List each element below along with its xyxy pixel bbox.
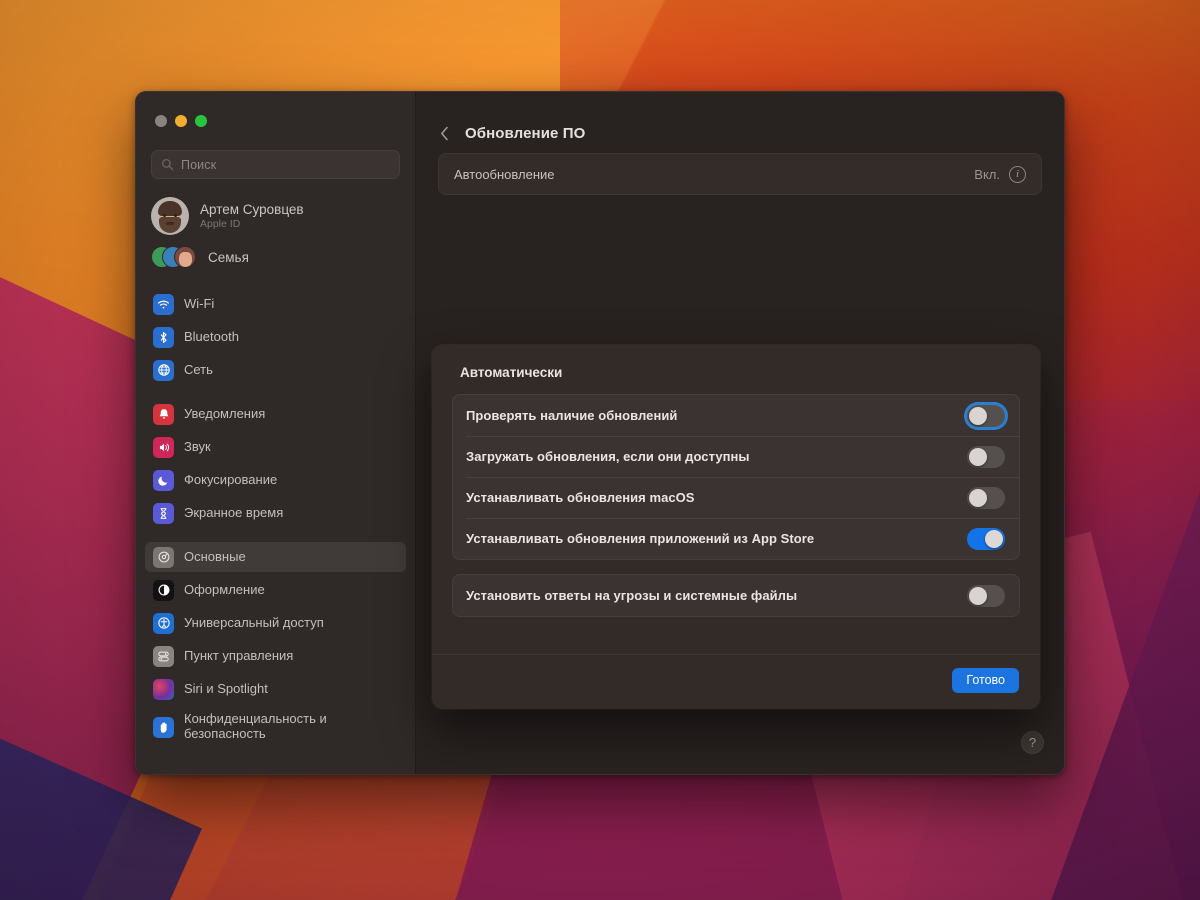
sidebar: Поиск Артем Суровцев Apple ID Семья Wi-F… — [136, 92, 416, 774]
toggle-security-responses[interactable] — [967, 584, 1005, 607]
sidebar-item-label: Bluetooth — [184, 328, 239, 344]
accessibility-icon — [153, 612, 174, 634]
sidebar-item-network[interactable]: Сеть — [145, 355, 406, 385]
sidebar-item-apple-id[interactable]: Артем Суровцев Apple ID — [145, 179, 406, 235]
hourglass-icon — [153, 502, 174, 524]
help-button[interactable]: ? — [1021, 731, 1044, 754]
sidebar-item-label: Wi-Fi — [184, 295, 215, 311]
bell-icon — [153, 403, 174, 425]
sidebar-item-control-center[interactable]: Пункт управления — [145, 641, 406, 671]
sidebar-item-appearance[interactable]: Оформление — [145, 575, 406, 605]
account-subtitle: Apple ID — [200, 217, 241, 230]
sidebar-item-label: Конфиденциальность и безопасность — [184, 711, 327, 741]
row-label: Устанавливать обновления macOS — [466, 490, 695, 505]
hand-icon — [153, 716, 174, 738]
page-title: Обновление ПО — [465, 124, 586, 142]
sidebar-item-general[interactable]: Основные — [145, 542, 406, 572]
close-button[interactable] — [155, 115, 167, 127]
info-icon[interactable]: i — [1009, 165, 1026, 183]
bluetooth-icon — [153, 326, 174, 348]
sidebar-item-wifi[interactable]: Wi-Fi — [145, 289, 406, 319]
row-label: Загружать обновления, если они доступны — [466, 449, 750, 464]
sidebar-item-label: Siri и Spotlight — [184, 680, 268, 696]
sidebar-item-label: Основные — [184, 548, 246, 564]
sidebar-item-notifications[interactable]: Уведомления — [145, 399, 406, 429]
toggle-download-updates[interactable] — [967, 445, 1005, 468]
row-label: Проверять наличие обновлений — [466, 408, 678, 423]
speaker-icon — [153, 436, 174, 458]
sidebar-item-label: Звук — [184, 438, 211, 454]
system-settings-window: Поиск Артем Суровцев Apple ID Семья Wi-F… — [135, 91, 1065, 775]
sheet-title: Автоматически — [460, 365, 563, 380]
sidebar-item-label: Экранное время — [184, 504, 284, 520]
globe-icon — [153, 359, 174, 381]
row-label: Установить ответы на угрозы и системные … — [466, 588, 798, 603]
done-button[interactable]: Готово — [952, 668, 1019, 693]
sidebar-item-privacy-security[interactable]: Конфиденциальность и безопасность — [145, 707, 406, 747]
account-name: Артем Суровцев — [200, 201, 304, 217]
window-controls — [136, 92, 415, 127]
sidebar-item-siri-spotlight[interactable]: Siri и Spotlight — [145, 674, 406, 704]
appearance-icon — [153, 579, 174, 601]
autoupdate-label: Автообновление — [454, 166, 555, 182]
sidebar-item-sound[interactable]: Звук — [145, 432, 406, 462]
sidebar-item-label: Сеть — [184, 361, 213, 377]
automatic-updates-sheet: Автоматически Проверять наличие обновлен… — [432, 345, 1040, 709]
wifi-icon — [153, 293, 174, 315]
minimize-button[interactable] — [175, 115, 187, 127]
avatar — [151, 196, 189, 235]
gear-icon — [153, 546, 174, 568]
moon-icon — [153, 469, 174, 491]
sidebar-item-label: Пункт управления — [184, 647, 294, 663]
sidebar-group-preferences: Основные Оформление Универсальный доступ… — [145, 542, 406, 747]
toggle-install-app-store-updates[interactable] — [967, 527, 1005, 550]
sidebar-item-label: Уведомления — [184, 405, 266, 421]
autoupdate-row[interactable]: Автообновление Вкл. i — [438, 153, 1042, 195]
autoupdate-value: Вкл. — [974, 166, 1000, 182]
sidebar-item-label: Универсальный доступ — [184, 614, 324, 630]
row-label: Устанавливать обновления приложений из A… — [466, 531, 815, 546]
search-icon — [161, 158, 174, 171]
row-security-responses[interactable]: Установить ответы на угрозы и системные … — [453, 575, 1019, 616]
maximize-button[interactable] — [195, 115, 207, 127]
search-placeholder: Поиск — [181, 157, 217, 172]
chevron-left-icon — [440, 126, 448, 140]
sidebar-item-label: Семья — [208, 249, 249, 265]
row-check-for-updates[interactable]: Проверять наличие обновлений — [453, 395, 1019, 436]
row-install-app-store-updates[interactable]: Устанавливать обновления приложений из A… — [453, 518, 1019, 559]
siri-icon — [153, 678, 174, 700]
family-avatars — [151, 246, 197, 268]
search-input[interactable]: Поиск — [151, 150, 400, 179]
sidebar-item-label: Фокусирование — [184, 471, 278, 487]
desktop-wallpaper: Поиск Артем Суровцев Apple ID Семья Wi-F… — [0, 0, 1200, 900]
control-center-icon — [153, 645, 174, 667]
back-button[interactable] — [436, 123, 452, 143]
toggle-group-primary: Проверять наличие обновлений Загружать о… — [452, 394, 1020, 560]
sidebar-item-focus[interactable]: Фокусирование — [145, 465, 406, 495]
sidebar-item-bluetooth[interactable]: Bluetooth — [145, 322, 406, 352]
content-header: Обновление ПО — [416, 92, 1064, 150]
row-download-updates[interactable]: Загружать обновления, если они доступны — [453, 436, 1019, 477]
sidebar-item-label: Оформление — [184, 581, 265, 597]
row-install-macos-updates[interactable]: Устанавливать обновления macOS — [453, 477, 1019, 518]
toggle-check-for-updates[interactable] — [967, 404, 1005, 427]
sidebar-list: Артем Суровцев Apple ID Семья Wi-Fi Blue… — [136, 179, 415, 747]
sidebar-item-screen-time[interactable]: Экранное время — [145, 498, 406, 528]
sheet-footer: Готово — [432, 654, 1040, 709]
sidebar-group-network: Wi-Fi Bluetooth Сеть — [145, 289, 406, 385]
sidebar-item-family[interactable]: Семья — [145, 239, 406, 275]
sidebar-item-accessibility[interactable]: Универсальный доступ — [145, 608, 406, 638]
toggle-install-macos-updates[interactable] — [967, 486, 1005, 509]
toggle-group-secondary: Установить ответы на угрозы и системные … — [452, 574, 1020, 617]
sidebar-group-system: Уведомления Звук Фокусирование Экранное … — [145, 399, 406, 528]
